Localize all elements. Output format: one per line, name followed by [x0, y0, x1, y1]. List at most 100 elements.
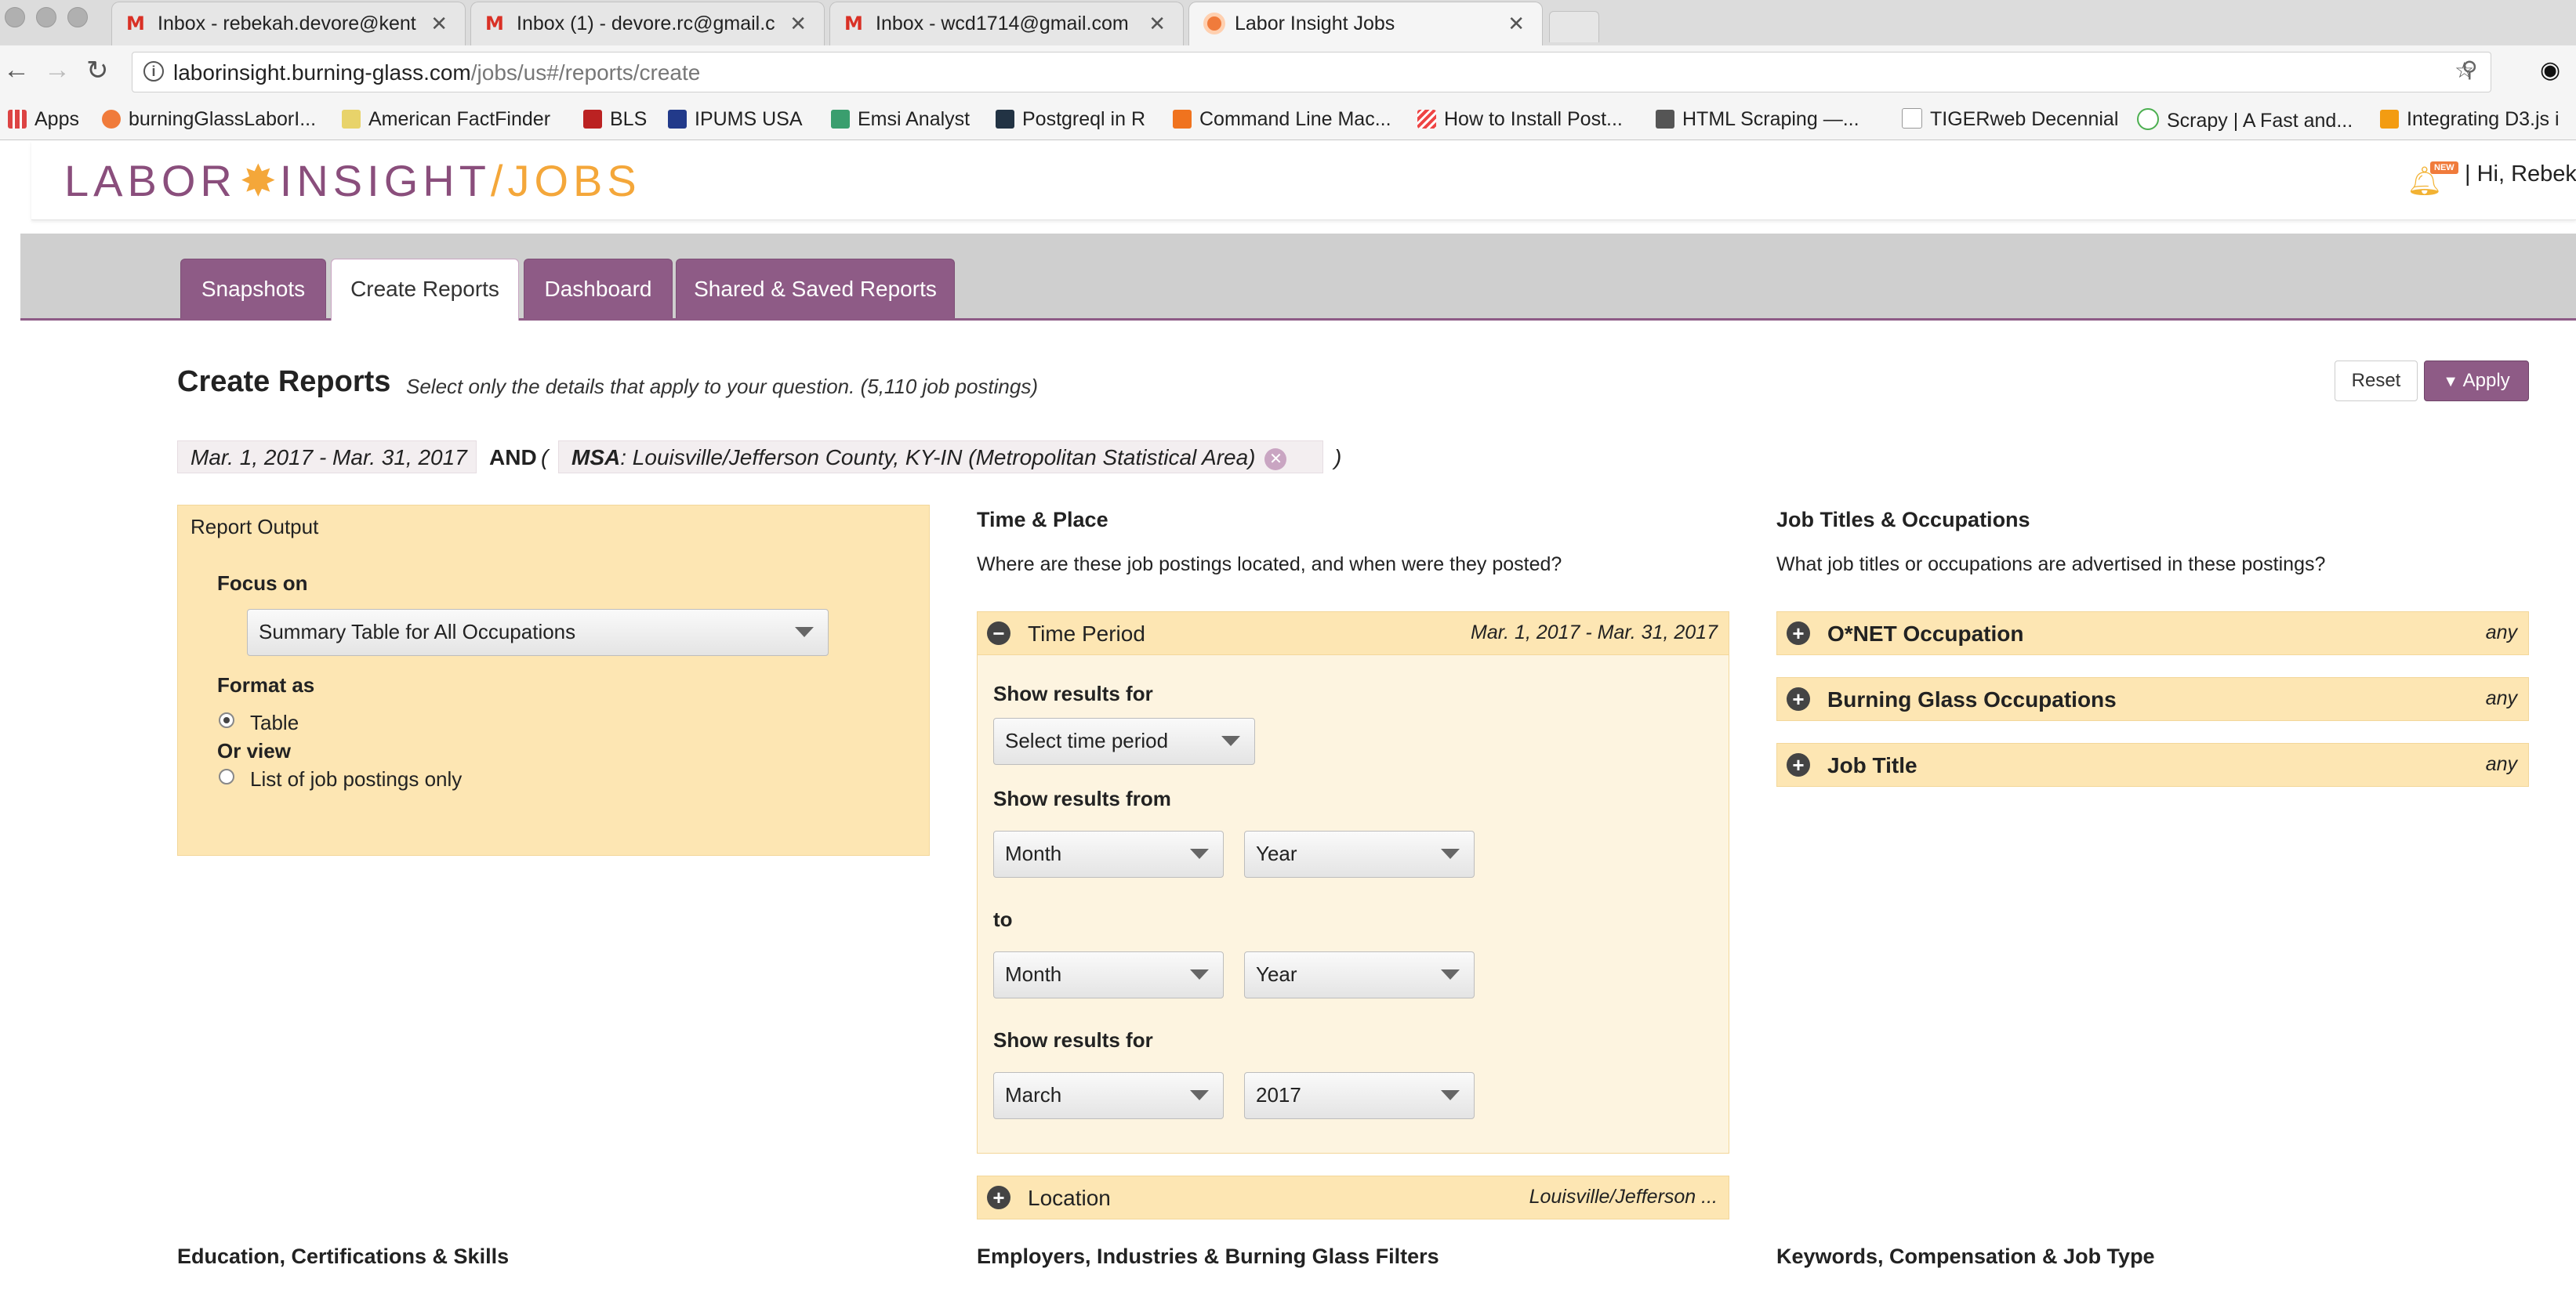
time-period-body: Show results for Select time period Show… — [977, 655, 1729, 1154]
reset-button[interactable]: Reset — [2335, 361, 2418, 401]
minus-circle-icon[interactable]: − — [987, 621, 1010, 645]
select-value: 2017 — [1256, 1083, 1301, 1107]
bookmark-command-line[interactable]: Command Line Mac... — [1173, 108, 1391, 131]
bookmark-postgres-r[interactable]: Postgreql in R — [996, 108, 1145, 131]
new-tab-button[interactable] — [1549, 11, 1599, 42]
time-period-select[interactable]: Select time period — [993, 718, 1255, 765]
bookmark-tigerweb[interactable]: TIGERweb Decennial — [1902, 108, 2118, 131]
close-icon[interactable]: ✕ — [1148, 12, 1166, 36]
and-operator: AND — [489, 445, 537, 469]
emsi-icon — [831, 110, 850, 129]
select-value: Year — [1256, 962, 1297, 986]
tab-shared-saved-reports[interactable]: Shared & Saved Reports — [676, 259, 955, 318]
from-month-select[interactable]: Month — [993, 831, 1224, 878]
close-icon[interactable]: ✕ — [1508, 12, 1525, 36]
close-icon[interactable]: ✕ — [430, 12, 448, 36]
radio-list-label[interactable]: List of job postings only — [250, 767, 462, 792]
apply-button[interactable]: ▼ Apply — [2424, 361, 2529, 401]
chevron-down-icon — [795, 627, 814, 637]
focus-select[interactable]: Summary Table for All Occupations — [247, 609, 829, 656]
close-icon[interactable]: ✕ — [789, 12, 807, 36]
year-select[interactable]: 2017 — [1244, 1072, 1475, 1119]
bookmark-scrapy[interactable]: Scrapy | A Fast and... — [2137, 108, 2353, 132]
paint-roller-icon[interactable]: ⚲ — [2462, 56, 2478, 82]
bookmark-label: Scrapy | A Fast and... — [2167, 110, 2353, 132]
browser-tab-active[interactable]: Labor Insight Jobs ✕ — [1188, 2, 1543, 46]
bookmark-apps[interactable]: Apps — [8, 108, 79, 131]
bookmark-label: Integrating D3.js i — [2407, 108, 2560, 130]
browser-tab-2[interactable]: M Inbox (1) - devore.rc@gmail.co ✕ — [470, 2, 825, 45]
browser-tab-1[interactable]: M Inbox - rebekah.devore@kentu ✕ — [111, 2, 466, 45]
time-place-question: Where are these job postings located, an… — [977, 553, 1562, 575]
back-arrow-icon[interactable]: ← — [3, 55, 30, 85]
or-view-label: Or view — [217, 739, 291, 763]
to-year-select[interactable]: Year — [1244, 951, 1475, 998]
info-icon[interactable]: i — [143, 61, 164, 82]
radio-table[interactable] — [219, 712, 234, 728]
select-value: Year — [1256, 842, 1297, 865]
user-greeting[interactable]: | Hi, Rebeka — [2465, 161, 2576, 187]
job-title-accordion[interactable]: + Job Title any — [1776, 743, 2529, 787]
labor-insight-favicon-icon — [102, 110, 121, 129]
window-minimize-button[interactable] — [36, 7, 56, 27]
select-value: Select time period — [1005, 729, 1169, 752]
bookmark-label: Postgreql in R — [1022, 108, 1146, 130]
accordion-title: Burning Glass Occupations — [1827, 687, 2117, 712]
tab-dashboard[interactable]: Dashboard — [524, 259, 673, 318]
blogger-icon — [1173, 110, 1192, 129]
keywords-heading: Keywords, Compensation & Job Type — [1776, 1245, 2155, 1268]
focus-label: Focus on — [217, 571, 308, 595]
bookmark-html-scraping[interactable]: HTML Scraping —... — [1656, 108, 1859, 131]
bookmark-burningglass[interactable]: burningGlassLaborI... — [102, 108, 316, 131]
tab-create-reports[interactable]: Create Reports — [331, 259, 519, 321]
radio-table-label[interactable]: Table — [250, 711, 299, 735]
plus-circle-icon[interactable]: + — [987, 1186, 1010, 1209]
r-icon — [996, 110, 1014, 129]
from-year-select[interactable]: Year — [1244, 831, 1475, 878]
reload-icon[interactable]: ↻ — [86, 55, 109, 86]
time-period-accordion[interactable]: − Time Period Mar. 1, 2017 - Mar. 31, 20… — [977, 611, 1729, 655]
tab-snapshots[interactable]: Snapshots — [180, 259, 326, 318]
chevron-down-icon — [1190, 969, 1209, 980]
to-month-select[interactable]: Month — [993, 951, 1224, 998]
bookmark-install-postgres[interactable]: How to Install Post... — [1417, 108, 1623, 131]
show-results-for-label-2: Show results for — [993, 1028, 1153, 1052]
apps-grid-icon — [8, 110, 27, 129]
radio-list[interactable] — [219, 769, 234, 785]
bookmark-label: IPUMS USA — [695, 108, 803, 130]
url-input[interactable]: i laborinsight.burning-glass.com/jobs/us… — [132, 52, 2491, 92]
forward-arrow-icon[interactable]: → — [44, 55, 71, 85]
plus-circle-icon[interactable]: + — [1787, 687, 1810, 711]
page-subtitle: Select only the details that apply to yo… — [406, 375, 1039, 398]
page-icon — [1902, 108, 1922, 129]
factfinder-icon — [342, 110, 361, 129]
bookmark-factfinder[interactable]: American FactFinder — [342, 108, 550, 131]
msa-filter-chip[interactable]: MSA: Louisville/Jefferson County, KY-IN … — [558, 440, 1323, 473]
plus-circle-icon[interactable]: + — [1787, 753, 1810, 777]
window-close-button[interactable] — [5, 7, 25, 27]
bookmark-label: TIGERweb Decennial — [1930, 108, 2119, 130]
bookmark-emsi[interactable]: Emsi Analyst — [831, 108, 970, 131]
bookmark-bls[interactable]: BLS — [583, 108, 647, 131]
labor-insight-jobs-logo[interactable]: LABOR✸INSIGHT/JOBS — [64, 155, 641, 207]
chevron-down-icon — [1221, 736, 1240, 746]
bookmark-d3[interactable]: Integrating D3.js i — [2380, 108, 2560, 131]
gmail-icon: M — [485, 13, 504, 34]
date-filter-chip[interactable]: Mar. 1, 2017 - Mar. 31, 2017 — [177, 440, 477, 473]
onet-occupation-accordion[interactable]: + O*NET Occupation any — [1776, 611, 2529, 655]
plus-circle-icon[interactable]: + — [1787, 621, 1810, 645]
paren-close: ) — [1334, 445, 1342, 469]
location-accordion[interactable]: + Location Louisville/Jefferson ... — [977, 1176, 1729, 1219]
remove-chip-icon[interactable]: ✕ — [1264, 448, 1287, 470]
education-heading: Education, Certifications & Skills — [177, 1245, 510, 1268]
gmail-icon: M — [126, 13, 145, 34]
bookmark-label: burningGlassLaborI... — [129, 108, 317, 130]
bookmark-ipums[interactable]: IPUMS USA — [668, 108, 803, 131]
show-results-for-label: Show results for — [993, 682, 1153, 705]
eye-icon[interactable]: ◉ — [2540, 56, 2560, 84]
address-bar: ← → ↻ i laborinsight.burning-glass.com/j… — [0, 45, 2576, 101]
window-maximize-button[interactable] — [67, 7, 88, 27]
month-select[interactable]: March — [993, 1072, 1224, 1119]
browser-tab-3[interactable]: M Inbox - wcd1714@gmail.com ✕ — [829, 2, 1184, 45]
burning-glass-occupations-accordion[interactable]: + Burning Glass Occupations any — [1776, 677, 2529, 721]
